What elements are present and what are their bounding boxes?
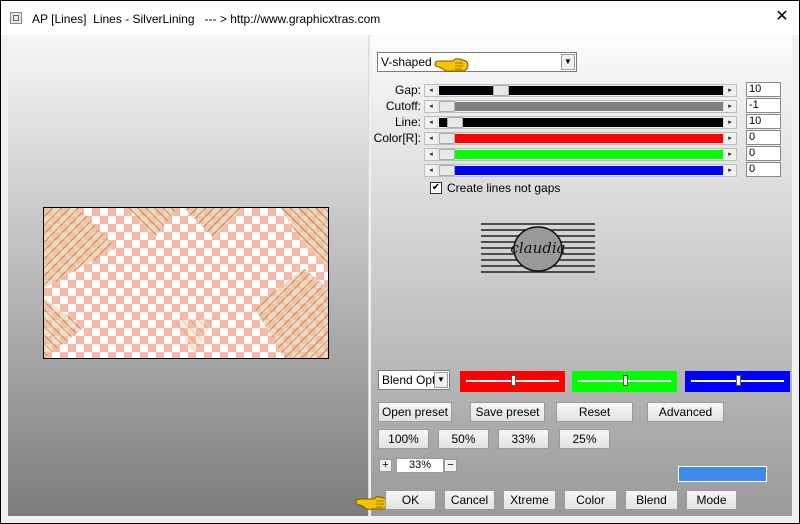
mode-dropdown[interactable]: V-shaped ▼ <box>377 52 577 72</box>
create-lines-label: Create lines not gaps <box>447 181 561 195</box>
slider-thumb[interactable] <box>439 149 455 160</box>
create-lines-checkbox[interactable]: ✔ <box>430 182 442 194</box>
slider-value-field[interactable]: 0 <box>746 130 781 145</box>
chevron-down-icon: ▼ <box>434 372 448 388</box>
blend-bar-knob[interactable] <box>511 375 516 386</box>
blend-color-bar[interactable] <box>572 371 677 392</box>
ok-button[interactable]: OK <box>385 490 436 510</box>
arrow-left-icon[interactable]: ◂ <box>425 165 438 176</box>
slider-thumb[interactable] <box>493 85 509 96</box>
plugin-dialog-window: AP [Lines] Lines - SilverLining --- > ht… <box>0 0 800 524</box>
slider-fill <box>439 150 724 159</box>
slider-fill <box>439 86 724 95</box>
slider-track[interactable]: ◂ ▸ <box>424 116 737 129</box>
slider-track[interactable]: ◂ ▸ <box>424 84 737 97</box>
arrow-right-icon[interactable]: ▸ <box>723 85 736 96</box>
slider-thumb[interactable] <box>447 117 463 128</box>
slider-fill <box>439 102 724 111</box>
slider-thumb[interactable] <box>439 133 455 144</box>
mode-button[interactable]: Mode <box>686 490 737 510</box>
slider-label: Gap: <box>394 83 421 97</box>
cancel-button[interactable]: Cancel <box>444 490 495 510</box>
slider-value-field[interactable]: 0 <box>746 162 781 177</box>
logo-text: claudia <box>510 239 565 257</box>
slider-value-field[interactable]: -1 <box>746 98 781 113</box>
arrow-left-icon[interactable]: ◂ <box>425 117 438 128</box>
blend-options-dropdown[interactable]: Blend Optio ▼ <box>378 370 450 390</box>
arrow-left-icon[interactable]: ◂ <box>425 101 438 112</box>
color-button[interactable]: Color <box>564 490 617 510</box>
arrow-right-icon[interactable]: ▸ <box>723 165 736 176</box>
title-bar[interactable]: AP [Lines] Lines - SilverLining --- > ht… <box>1 1 799 35</box>
slider-track[interactable]: ◂ ▸ <box>424 148 737 161</box>
blend-color-bar[interactable] <box>685 371 790 392</box>
zoom-minus-button[interactable]: − <box>444 459 457 472</box>
controls-panel: V-shaped ▼ Gap: ◂ ▸ 10 Cutoff: ◂ ▸ -1 Line: ◂ ▸ 10 C… <box>355 35 792 516</box>
zoom-plus-button[interactable]: + <box>379 459 392 472</box>
claudia-logo: claudia <box>481 223 595 273</box>
arrow-right-icon[interactable]: ▸ <box>723 133 736 144</box>
chevron-down-icon: ▼ <box>561 54 575 70</box>
zoom-preset-button[interactable]: 100% <box>378 429 429 449</box>
advanced-button[interactable]: Advanced <box>647 402 724 422</box>
slider-thumb[interactable] <box>439 101 455 112</box>
zoom-preset-button[interactable]: 33% <box>498 429 549 449</box>
slider-track[interactable]: ◂ ▸ <box>424 164 737 177</box>
open-preset-button[interactable]: Open preset <box>378 402 452 422</box>
slider-value-field[interactable]: 10 <box>746 82 781 97</box>
save-preset-button[interactable]: Save preset <box>470 402 545 422</box>
slider-value-field[interactable]: 0 <box>746 146 781 161</box>
blend-bar-knob[interactable] <box>736 375 741 386</box>
window-title: AP [Lines] Lines - SilverLining --- > ht… <box>32 12 381 26</box>
preview-panel <box>8 35 369 516</box>
slider-label: Line: <box>394 115 421 129</box>
arrow-left-icon[interactable]: ◂ <box>425 85 438 96</box>
blend-button[interactable]: Blend <box>625 490 678 510</box>
color-swatch[interactable] <box>678 466 767 482</box>
arrow-right-icon[interactable]: ▸ <box>723 117 736 128</box>
preview-svg <box>44 208 328 358</box>
arrow-left-icon[interactable]: ◂ <box>425 149 438 160</box>
dialog-client-area: V-shaped ▼ Gap: ◂ ▸ 10 Cutoff: ◂ ▸ -1 Line: ◂ ▸ 10 C… <box>8 35 792 516</box>
arrow-right-icon[interactable]: ▸ <box>723 149 736 160</box>
slider-track[interactable]: ◂ ▸ <box>424 132 737 145</box>
pointing-hand-icon <box>434 58 469 72</box>
window-icon <box>10 12 22 24</box>
arrow-left-icon[interactable]: ◂ <box>425 133 438 144</box>
slider-fill <box>439 166 724 175</box>
slider-thumb[interactable] <box>439 165 455 176</box>
xtreme-button[interactable]: Xtreme <box>503 490 556 510</box>
slider-track[interactable]: ◂ ▸ <box>424 100 737 113</box>
blend-bar-knob[interactable] <box>623 375 628 386</box>
close-button[interactable]: ✕ <box>771 5 793 29</box>
zoom-preset-button[interactable]: 50% <box>438 429 489 449</box>
arrow-right-icon[interactable]: ▸ <box>723 101 736 112</box>
zoom-value-field[interactable]: 33% <box>396 458 444 473</box>
slider-fill <box>439 118 724 127</box>
blend-color-bar[interactable] <box>460 371 565 392</box>
preview-image <box>43 207 329 359</box>
reset-button[interactable]: Reset <box>556 402 633 422</box>
slider-fill <box>439 134 724 143</box>
slider-label: Color[R]: <box>373 131 421 145</box>
slider-label: Cutoff: <box>385 99 421 113</box>
mode-dropdown-value: V-shaped <box>381 55 432 69</box>
slider-value-field[interactable]: 10 <box>746 114 781 129</box>
zoom-preset-button[interactable]: 25% <box>559 429 610 449</box>
